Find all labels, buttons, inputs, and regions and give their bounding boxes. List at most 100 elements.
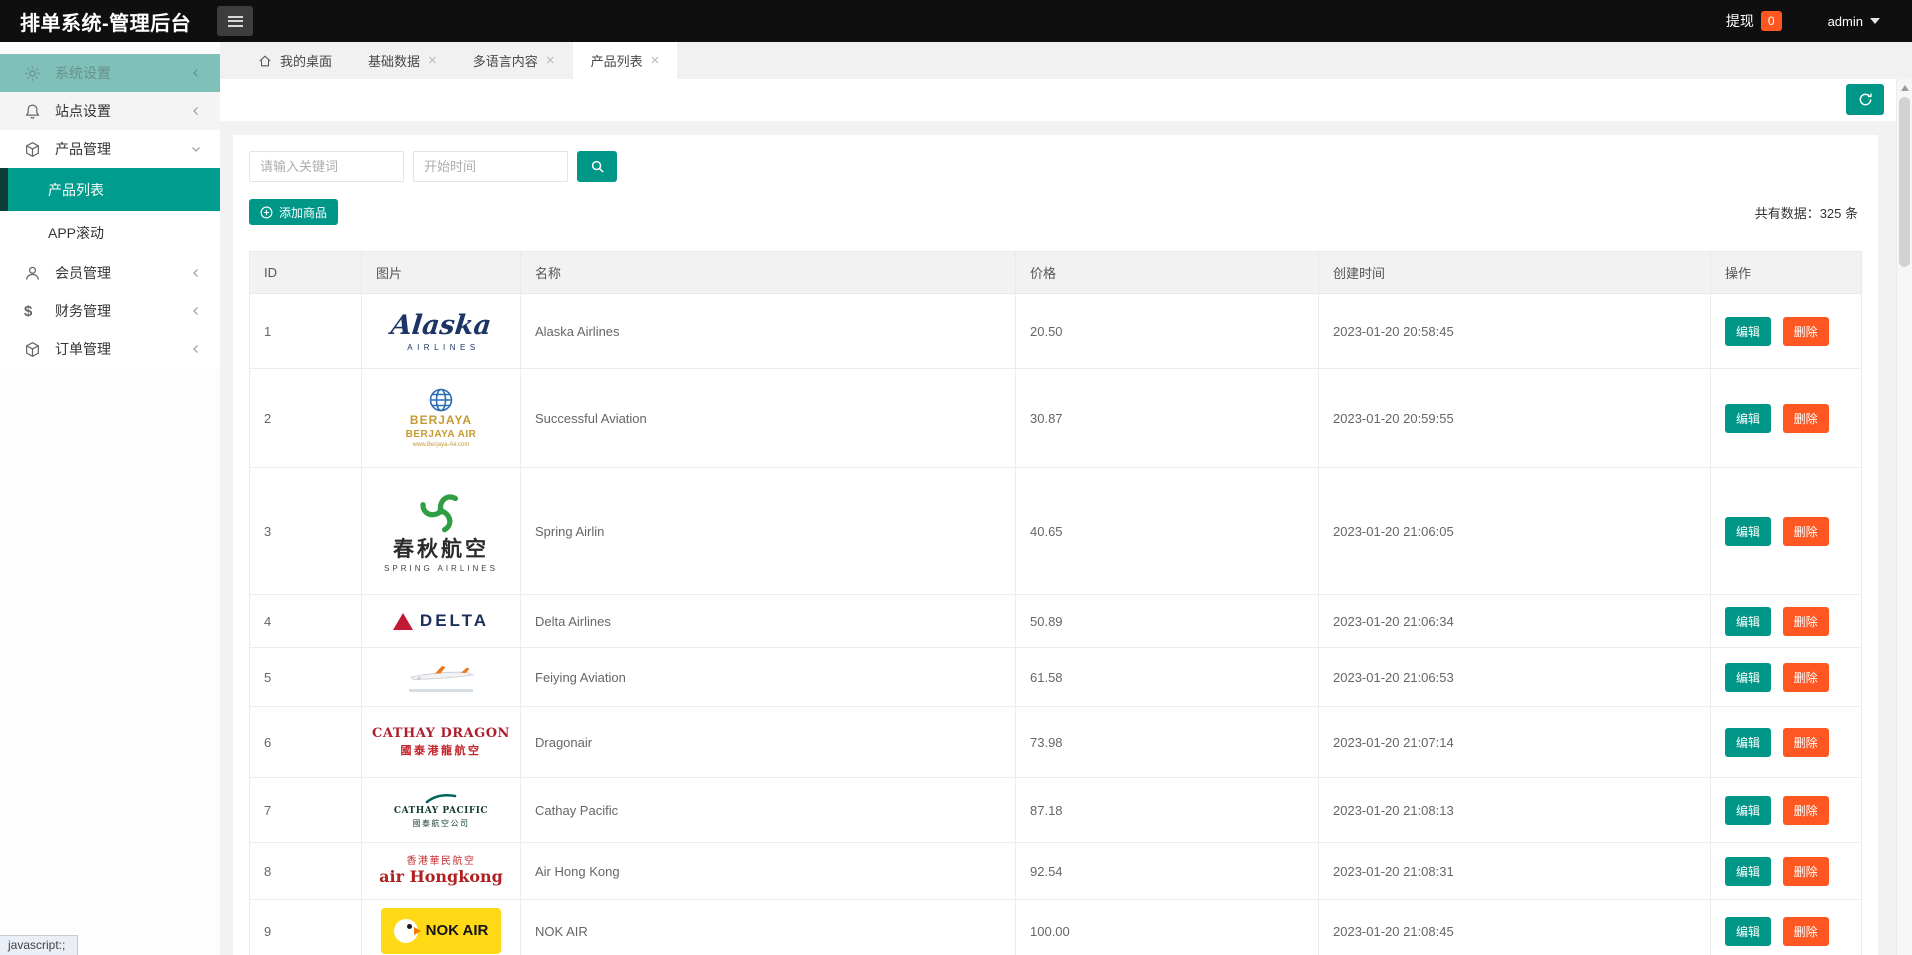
edit-button[interactable]: 编辑 bbox=[1725, 317, 1771, 346]
cell-actions: 编辑 删除 bbox=[1711, 843, 1862, 900]
edit-button[interactable]: 编辑 bbox=[1725, 857, 1771, 886]
delete-button[interactable]: 删除 bbox=[1783, 857, 1829, 886]
delete-button[interactable]: 删除 bbox=[1783, 917, 1829, 946]
cell-price: 100.00 bbox=[1016, 900, 1319, 955]
cell-actions: 编辑 删除 bbox=[1711, 778, 1862, 843]
refresh-button[interactable] bbox=[1846, 84, 1884, 115]
tab-product-list[interactable]: 产品列表 × bbox=[573, 42, 678, 79]
product-id: 6 bbox=[264, 735, 271, 750]
edit-button[interactable]: 编辑 bbox=[1725, 404, 1771, 433]
edit-button[interactable]: 编辑 bbox=[1725, 607, 1771, 636]
delete-button[interactable]: 删除 bbox=[1783, 517, 1829, 546]
tab-label: 产品列表 bbox=[591, 51, 643, 70]
product-price: 100.00 bbox=[1030, 924, 1070, 939]
cell-id: 5 bbox=[250, 648, 362, 707]
edit-button[interactable]: 编辑 bbox=[1725, 917, 1771, 946]
tab-multilang-content[interactable]: 多语言内容 × bbox=[455, 42, 573, 79]
close-icon[interactable]: × bbox=[651, 53, 660, 68]
cell-price: 40.65 bbox=[1016, 468, 1319, 595]
table-row: 5 Feiying Aviation 61.58 2023-01-20 21:0… bbox=[250, 648, 1862, 707]
edit-button[interactable]: 编辑 bbox=[1725, 663, 1771, 692]
sidebar-subitem-app-scroll[interactable]: APP滚动 bbox=[0, 211, 220, 254]
sidebar-item-label: 订单管理 bbox=[55, 339, 111, 359]
tab-base-data[interactable]: 基础数据 × bbox=[350, 42, 455, 79]
delete-button[interactable]: 删除 bbox=[1783, 728, 1829, 757]
cell-created: 2023-01-20 20:59:55 bbox=[1319, 369, 1711, 468]
delete-button[interactable]: 删除 bbox=[1783, 404, 1829, 433]
add-product-button[interactable]: 添加商品 bbox=[249, 199, 338, 225]
sidebar-item-site-settings[interactable]: 站点设置 bbox=[0, 92, 220, 130]
col-header-id: ID bbox=[250, 252, 362, 294]
cell-price: 20.50 bbox=[1016, 294, 1319, 369]
cell-created: 2023-01-20 21:07:14 bbox=[1319, 707, 1711, 778]
col-header-image: 图片 bbox=[362, 252, 521, 294]
product-logo: CATHAY DRAGON國泰港龍航空 bbox=[372, 715, 510, 769]
product-id: 1 bbox=[264, 324, 271, 339]
withdraw-link[interactable]: 提现 0 bbox=[1726, 11, 1782, 31]
product-price: 61.58 bbox=[1030, 670, 1063, 685]
edit-button[interactable]: 编辑 bbox=[1725, 728, 1771, 757]
table-row: 2 BERJAYABERJAYA AIRwww.Berjaya-Air.com … bbox=[250, 369, 1862, 468]
cell-image: CATHAY PACIFIC國泰航空公司 bbox=[362, 778, 521, 843]
product-table-body: 1 AlaskaAIRLINES Alaska Airlines 20.50 2… bbox=[250, 294, 1862, 955]
cell-image: NOK AIR bbox=[362, 900, 521, 955]
cell-image: AlaskaAIRLINES bbox=[362, 294, 521, 369]
sidebar-item-label: 站点设置 bbox=[55, 101, 111, 121]
add-row: 添加商品 共有数据：325 条 bbox=[249, 199, 1862, 225]
table-row: 7 CATHAY PACIFIC國泰航空公司 Cathay Pacific 87… bbox=[250, 778, 1862, 843]
product-logo: 香港華民航空air Hongkong bbox=[379, 851, 503, 891]
plus-circle-icon bbox=[260, 206, 273, 219]
cell-name: Delta Airlines bbox=[521, 595, 1016, 648]
scroll-up-arrow-icon[interactable] bbox=[1901, 85, 1909, 91]
start-time-input[interactable] bbox=[413, 151, 568, 182]
vertical-scrollbar[interactable] bbox=[1896, 79, 1912, 955]
sidebar-item-system-settings[interactable]: 系统设置 bbox=[0, 54, 220, 92]
delete-button[interactable]: 删除 bbox=[1783, 796, 1829, 825]
table-row: 8 香港華民航空air Hongkong Air Hong Kong 92.54… bbox=[250, 843, 1862, 900]
product-price: 30.87 bbox=[1030, 411, 1063, 426]
product-name: Cathay Pacific bbox=[535, 803, 618, 818]
product-created-time: 2023-01-20 20:59:55 bbox=[1333, 411, 1454, 426]
cell-image: BERJAYABERJAYA AIRwww.Berjaya-Air.com bbox=[362, 369, 521, 468]
edit-button[interactable]: 编辑 bbox=[1725, 796, 1771, 825]
product-list-card: 添加商品 共有数据：325 条 ID 图片 名称 价格 创建时间 操作 bbox=[233, 135, 1878, 955]
sidebar-item-order-management[interactable]: 订单管理 bbox=[0, 330, 220, 368]
product-price: 40.65 bbox=[1030, 524, 1063, 539]
cell-price: 92.54 bbox=[1016, 843, 1319, 900]
product-price: 87.18 bbox=[1030, 803, 1063, 818]
product-created-time: 2023-01-20 21:08:13 bbox=[1333, 803, 1454, 818]
close-icon[interactable]: × bbox=[546, 53, 555, 68]
edit-button[interactable]: 编辑 bbox=[1725, 517, 1771, 546]
scrollbar-thumb[interactable] bbox=[1899, 97, 1910, 267]
sidebar-item-label: 会员管理 bbox=[55, 263, 111, 283]
toolbar-strip bbox=[220, 79, 1912, 121]
user-menu[interactable]: admin bbox=[1828, 14, 1880, 29]
product-logo: DELTA bbox=[393, 603, 489, 639]
sidebar-subitem-product-list[interactable]: 产品列表 bbox=[0, 168, 220, 211]
tab-home[interactable]: 我的桌面 bbox=[240, 42, 350, 79]
cell-created: 2023-01-20 21:08:13 bbox=[1319, 778, 1711, 843]
dollar-icon: $ bbox=[24, 303, 42, 320]
product-logo: AlaskaAIRLINES bbox=[391, 302, 491, 360]
chevron-left-icon bbox=[190, 305, 202, 317]
cell-name: Successful Aviation bbox=[521, 369, 1016, 468]
tab-bar: 我的桌面 基础数据 × 多语言内容 × 产品列表 × bbox=[220, 42, 1912, 79]
table-header-row: ID 图片 名称 价格 创建时间 操作 bbox=[250, 252, 1862, 294]
delete-button[interactable]: 删除 bbox=[1783, 607, 1829, 636]
cell-price: 50.89 bbox=[1016, 595, 1319, 648]
cell-name: NOK AIR bbox=[521, 900, 1016, 955]
product-name: Spring Airlin bbox=[535, 524, 604, 539]
close-icon[interactable]: × bbox=[428, 53, 437, 68]
delete-button[interactable]: 删除 bbox=[1783, 663, 1829, 692]
search-button[interactable] bbox=[577, 151, 617, 182]
delete-button[interactable]: 删除 bbox=[1783, 317, 1829, 346]
sidebar-item-finance-management[interactable]: $ 财务管理 bbox=[0, 292, 220, 330]
chevron-left-icon bbox=[190, 105, 202, 117]
username: admin bbox=[1828, 14, 1863, 29]
product-name: Alaska Airlines bbox=[535, 324, 620, 339]
cell-actions: 编辑 删除 bbox=[1711, 468, 1862, 595]
sidebar-item-product-management[interactable]: 产品管理 bbox=[0, 130, 220, 168]
sidebar-item-member-management[interactable]: 会员管理 bbox=[0, 254, 220, 292]
sidebar-toggle-button[interactable] bbox=[217, 6, 253, 36]
keyword-input[interactable] bbox=[249, 151, 404, 182]
